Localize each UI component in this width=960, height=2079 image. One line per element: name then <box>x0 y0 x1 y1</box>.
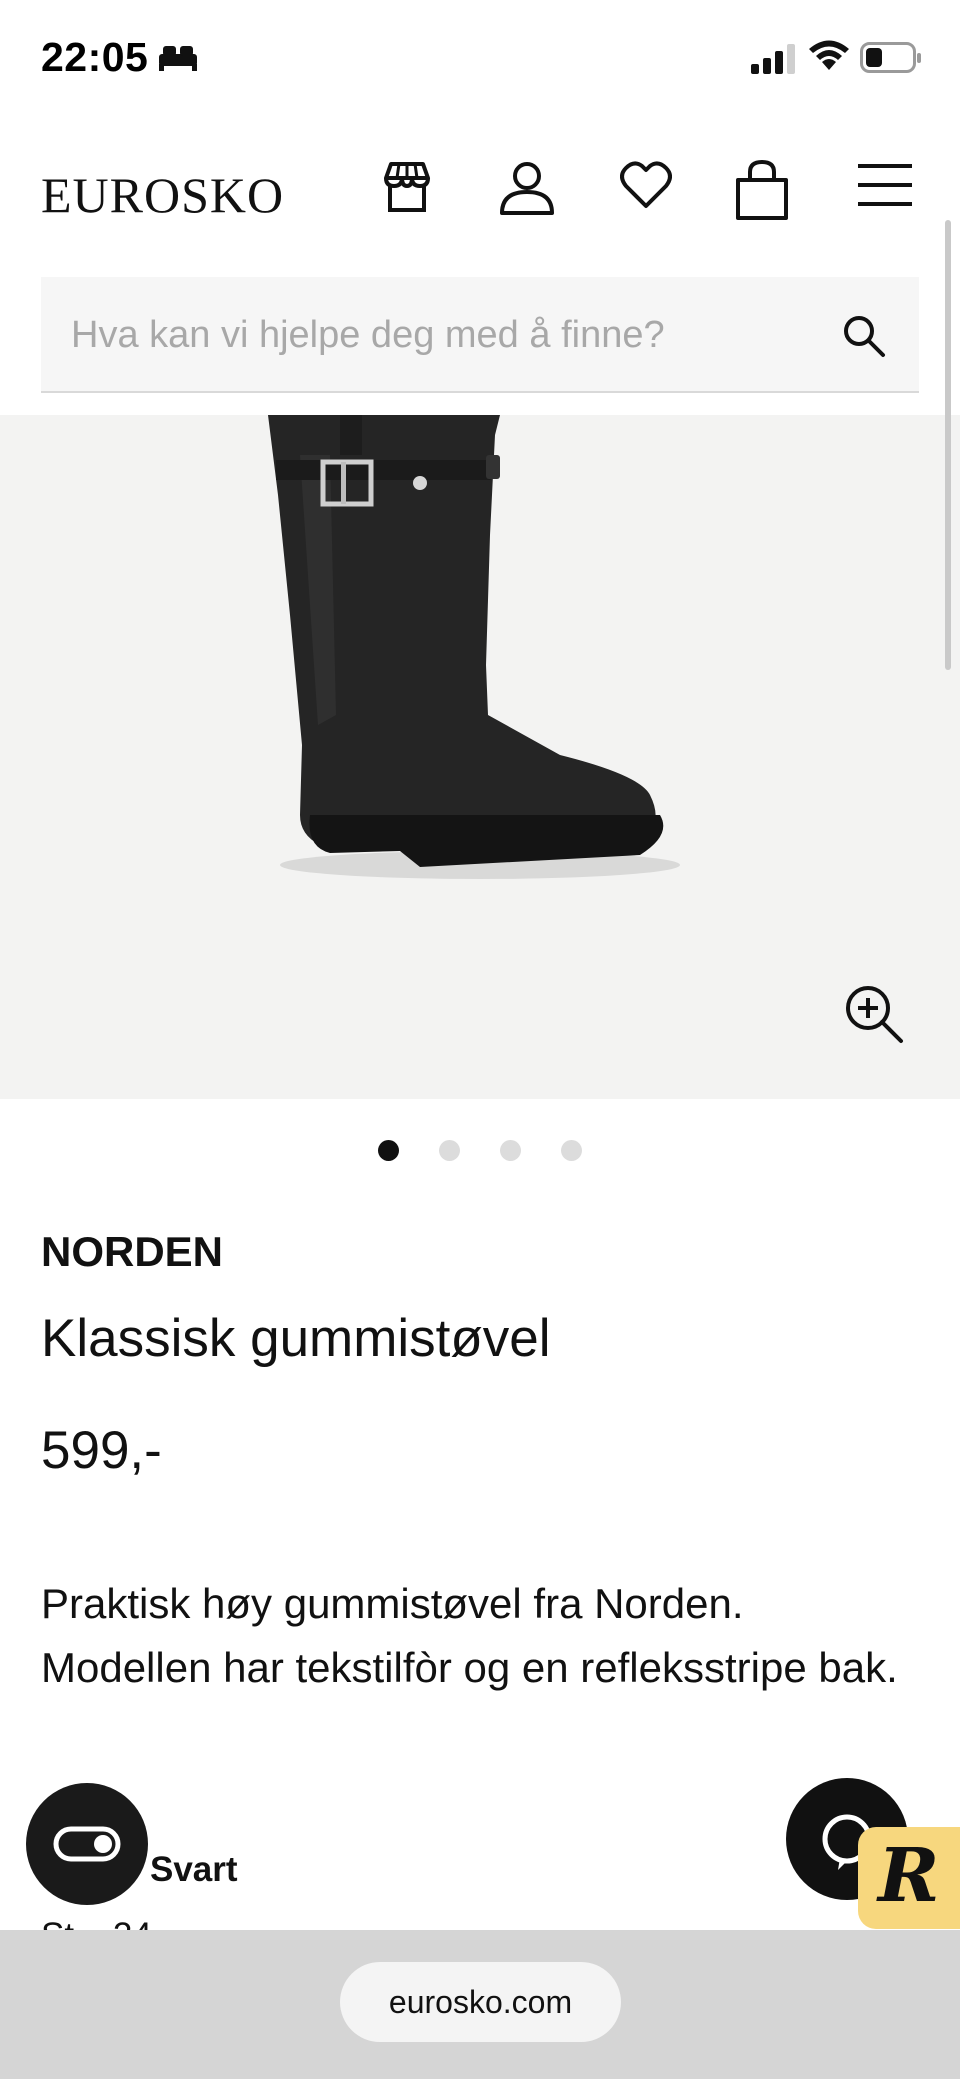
search-icon[interactable] <box>841 313 887 359</box>
boot-image <box>268 415 680 879</box>
color-label: Svart <box>150 1850 238 1889</box>
page-scrollbar[interactable] <box>945 220 951 670</box>
eurosko-logo[interactable]: EUROSKO <box>41 166 284 224</box>
product-description: Praktisk høy gummistøvel fra Norden. Mod… <box>41 1580 898 1691</box>
menu-icon[interactable] <box>858 160 912 210</box>
image-carousel-dots <box>0 1140 960 1162</box>
accessibility-toggle-icon <box>53 1826 121 1862</box>
signal-icon <box>751 44 795 74</box>
bag-icon[interactable] <box>734 160 790 222</box>
status-bar: 22:05 <box>0 0 960 120</box>
store-icon[interactable] <box>381 160 433 216</box>
carousel-dot-4[interactable] <box>561 1140 582 1161</box>
status-time: 22:05 <box>41 34 149 80</box>
product-brand[interactable]: NORDEN <box>41 1228 223 1276</box>
search-box <box>41 277 919 393</box>
browser-bar: eurosko.com <box>0 1930 960 2079</box>
battery-icon <box>860 42 921 73</box>
heart-icon[interactable] <box>620 160 672 210</box>
reviews-badge[interactable]: R <box>858 1827 960 1929</box>
carousel-dot-1[interactable] <box>378 1140 399 1161</box>
carousel-dot-3[interactable] <box>500 1140 521 1161</box>
reviews-badge-icon: R <box>878 1833 940 1919</box>
product-price: 599,- <box>41 1421 162 1480</box>
accessibility-button[interactable] <box>26 1783 148 1905</box>
carousel-dot-2[interactable] <box>439 1140 460 1161</box>
search-input[interactable] <box>71 277 811 393</box>
product-name: Klassisk gummistøvel <box>41 1309 551 1368</box>
zoom-in-icon[interactable] <box>845 985 905 1045</box>
user-icon[interactable] <box>499 160 555 216</box>
wifi-icon <box>809 40 849 70</box>
product-image[interactable] <box>0 415 960 1099</box>
bed-icon <box>159 46 197 71</box>
url-field[interactable]: eurosko.com <box>340 1962 621 2042</box>
